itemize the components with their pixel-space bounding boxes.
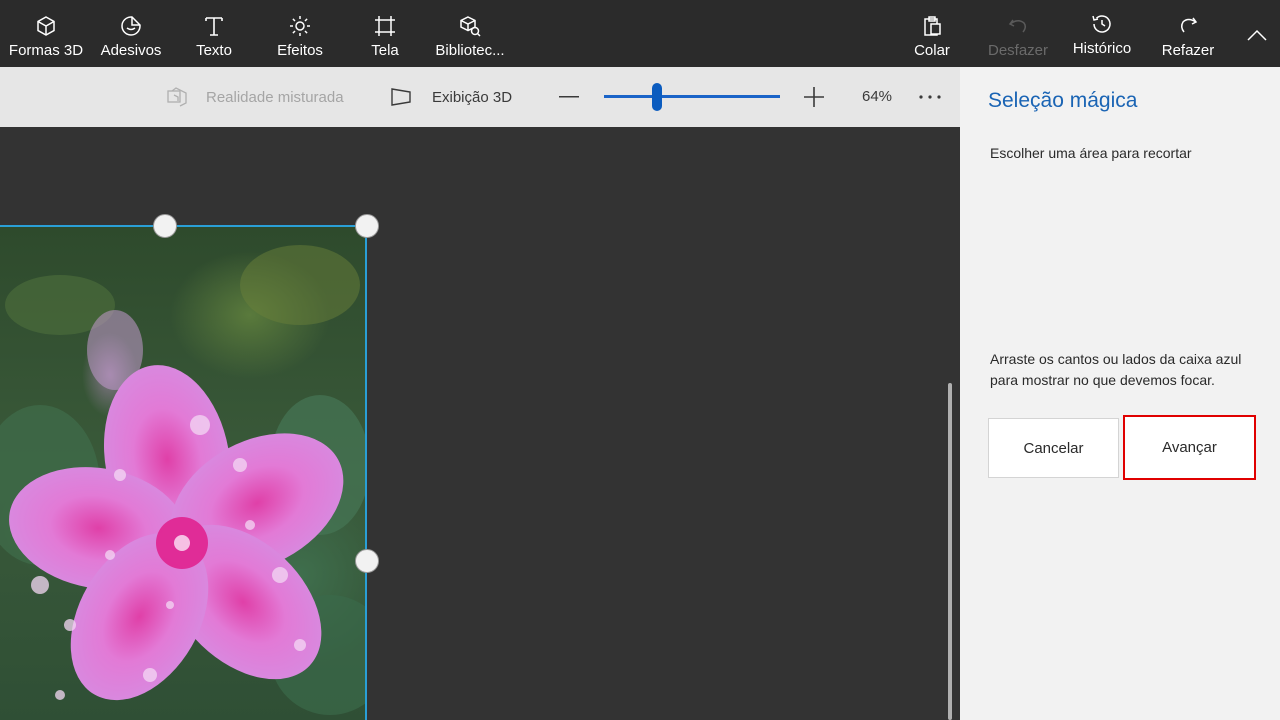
- paste-button[interactable]: Colar: [910, 0, 954, 67]
- zoom-slider-thumb[interactable]: [651, 83, 662, 111]
- tool-label: Bibliotec...: [435, 42, 505, 59]
- tool-library[interactable]: Bibliotec...: [432, 0, 508, 67]
- tool-label: Efeitos: [277, 42, 323, 59]
- canvas-icon: [375, 16, 395, 36]
- cancel-button[interactable]: Cancelar: [988, 418, 1119, 478]
- next-button[interactable]: Avançar: [1123, 415, 1256, 480]
- tool-3d-shapes[interactable]: Formas 3D: [8, 0, 84, 67]
- mixed-reality-label: Realidade misturada: [206, 88, 344, 106]
- paste-label: Colar: [914, 42, 950, 59]
- flower-image: [0, 245, 366, 715]
- clipboard-icon: [924, 16, 941, 36]
- sun-icon: [290, 16, 310, 36]
- tool-label: Tela: [371, 42, 399, 59]
- canvas-scrollbar[interactable]: [948, 383, 952, 720]
- tool-label: Formas 3D: [8, 42, 84, 59]
- plus-icon: [804, 87, 824, 107]
- tool-canvas[interactable]: Tela: [364, 0, 406, 67]
- library-icon: [460, 16, 481, 37]
- undo-icon: [1008, 19, 1027, 33]
- text-icon: [205, 17, 223, 36]
- zoom-percentage: 64%: [862, 88, 893, 105]
- history-icon: [1092, 15, 1111, 33]
- tool-label: Texto: [196, 42, 232, 59]
- chevron-up-icon: [1247, 29, 1267, 41]
- tool-effects[interactable]: Efeitos: [274, 0, 326, 67]
- drawing-canvas[interactable]: [0, 127, 960, 720]
- undo-label: Desfazer: [987, 42, 1049, 59]
- magic-select-panel: Seleção mágica Escolher uma área para re…: [960, 67, 1280, 720]
- selection-handle-top-right[interactable]: [355, 214, 379, 238]
- selection-handle-top[interactable]: [153, 214, 177, 238]
- zoom-slider-track: [604, 95, 780, 98]
- mixed-reality-button[interactable]: Realidade misturada: [166, 67, 344, 127]
- zoom-in-button[interactable]: [802, 85, 826, 109]
- mixed-reality-icon: [167, 87, 187, 107]
- tool-text[interactable]: Texto: [192, 0, 236, 67]
- tool-label: Adesivos: [100, 42, 162, 59]
- top-toolbar: Formas 3D Adesivos Texto Efeitos Tela Bi…: [0, 0, 1280, 67]
- zoom-out-button[interactable]: [558, 85, 580, 109]
- view-3d-button[interactable]: Exibição 3D: [390, 67, 512, 127]
- collapse-toolbar-button[interactable]: [1242, 22, 1272, 48]
- zoom-slider[interactable]: [604, 83, 780, 111]
- ellipsis-icon: [919, 95, 941, 99]
- panel-instructions: Arraste os cantos ou lados da caixa azul…: [990, 351, 1242, 388]
- canvas-image[interactable]: [0, 225, 366, 720]
- view-3d-icon: [391, 88, 411, 106]
- panel-title: Seleção mágica: [988, 89, 1138, 112]
- history-button[interactable]: Histórico: [1070, 0, 1134, 67]
- history-label: Histórico: [1072, 40, 1132, 57]
- panel-subtitle: Escolher uma área para recortar: [990, 145, 1192, 161]
- redo-button[interactable]: Refazer: [1160, 0, 1216, 67]
- minus-icon: [559, 96, 579, 98]
- selection-handle-right[interactable]: [355, 549, 379, 573]
- redo-icon: [1180, 17, 1198, 33]
- view-bar: Realidade misturada Exibição 3D 64%: [0, 67, 960, 127]
- undo-button[interactable]: Desfazer: [986, 0, 1050, 67]
- tool-stickers[interactable]: Adesivos: [100, 0, 162, 67]
- cube-icon: [37, 16, 55, 36]
- view-3d-label: Exibição 3D: [432, 88, 513, 106]
- more-options-button[interactable]: [916, 85, 944, 109]
- sticker-icon: [121, 16, 141, 36]
- redo-label: Refazer: [1161, 42, 1215, 59]
